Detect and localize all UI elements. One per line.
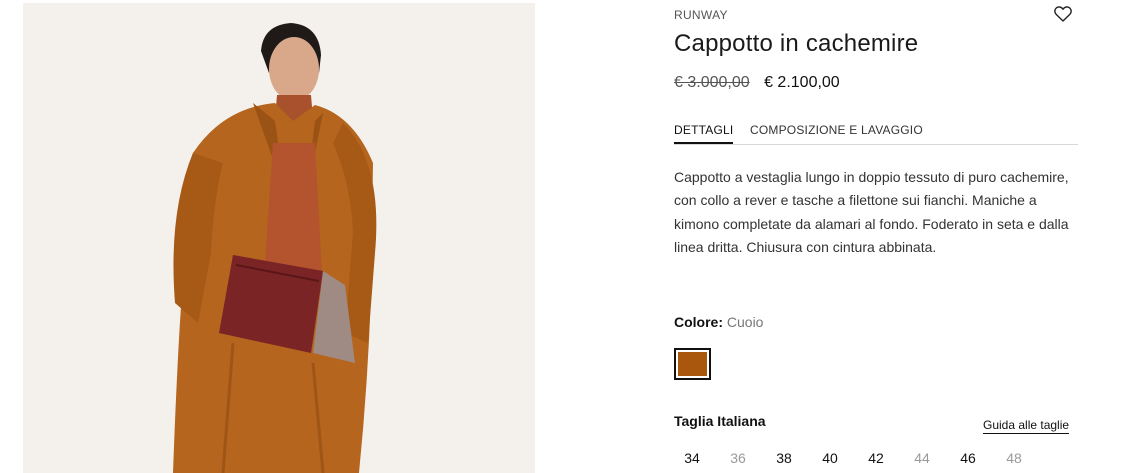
product-info: RUNWAY Cappotto in cachemire € 3.000,00 … xyxy=(674,0,1078,473)
size-option-42[interactable]: 42 xyxy=(859,450,893,466)
product-image[interactable] xyxy=(23,3,535,473)
color-swatch-cuoio[interactable] xyxy=(674,348,711,380)
size-option-34[interactable]: 34 xyxy=(675,450,709,466)
product-title: Cappotto in cachemire xyxy=(674,30,919,57)
price-block: € 3.000,00 € 2.100,00 xyxy=(674,74,840,92)
color-value: Cuoio xyxy=(726,314,764,330)
tab-dettagli[interactable]: DETTAGLI xyxy=(674,123,734,144)
original-price: € 3.000,00 xyxy=(674,74,750,91)
size-option-38[interactable]: 38 xyxy=(767,450,801,466)
size-title: Taglia Italiana xyxy=(674,413,766,429)
size-option-46[interactable]: 46 xyxy=(951,450,985,466)
product-description: Cappotto a vestaglia lungo in doppio tes… xyxy=(674,169,1069,255)
tab-composizione-lavaggio[interactable]: COMPOSIZIONE E LAVAGGIO xyxy=(750,123,923,137)
size-selector: 34 36 38 40 42 44 46 48 xyxy=(674,448,1078,470)
size-option-36[interactable]: 36 xyxy=(721,450,755,466)
color-swatch-fill xyxy=(678,352,707,376)
brand-label: RUNWAY xyxy=(674,8,728,22)
size-guide-link[interactable]: Guida alle taglie xyxy=(983,418,1070,434)
detail-tabs: DETTAGLI COMPOSIZIONE E LAVAGGIO xyxy=(674,120,1078,145)
wishlist-button[interactable] xyxy=(1054,6,1072,22)
model-illustration xyxy=(23,3,535,473)
sale-price: € 2.100,00 xyxy=(764,74,840,91)
color-label: Colore: xyxy=(674,314,723,330)
heart-outline-icon xyxy=(1054,6,1072,22)
size-option-40[interactable]: 40 xyxy=(813,450,847,466)
color-info: Colore: Cuoio xyxy=(674,314,763,330)
size-option-48[interactable]: 48 xyxy=(997,450,1031,466)
size-option-44[interactable]: 44 xyxy=(905,450,939,466)
